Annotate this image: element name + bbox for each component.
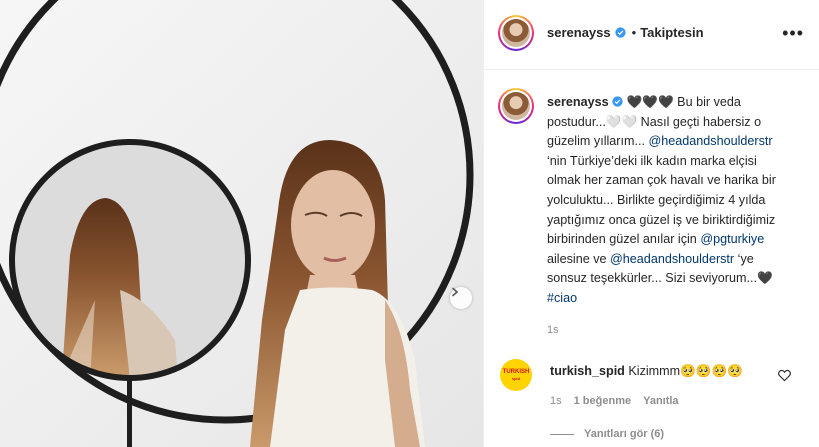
follow-status-button[interactable]: Takiptesin — [640, 25, 703, 40]
comment-meta: 1s 1 beğenme Yanıtla — [550, 395, 679, 407]
chevron-right-icon — [452, 287, 459, 297]
commenter-avatar-subtext: spid — [511, 376, 521, 381]
author-info: serenayss • Takiptesin — [547, 25, 704, 40]
caption-username[interactable]: serenayss — [547, 95, 609, 109]
verified-badge-icon — [614, 27, 626, 38]
caption-hearts: 🖤🖤🖤 — [626, 95, 674, 109]
author-username[interactable]: serenayss — [547, 25, 611, 40]
next-image-button[interactable] — [450, 287, 472, 309]
caption-author-avatar[interactable] — [498, 88, 534, 124]
author-avatar[interactable] — [498, 15, 534, 51]
comment-item: turkish_spid Kizimmm🥺🥺🥺🥺 — [550, 364, 770, 379]
follow-separator: • — [631, 25, 637, 40]
caption-timestamp[interactable]: 1s — [547, 324, 559, 336]
commenter-username[interactable]: turkish_spid — [550, 364, 625, 378]
view-replies-button[interactable]: Yanıtları gör (6) — [550, 428, 664, 440]
commenter-avatar[interactable]: TURKISH spid — [500, 359, 532, 391]
comment-likes[interactable]: 1 beğenme — [574, 395, 631, 407]
photo-illustration — [0, 0, 483, 447]
hashtag-link[interactable]: #ciao — [547, 291, 577, 305]
post-caption: serenayss 🖤🖤🖤 Bu bir veda postudur...🤍🤍 … — [547, 93, 787, 309]
heart-outline-icon[interactable] — [778, 369, 791, 382]
verified-badge-icon — [612, 96, 623, 107]
more-options-icon[interactable]: ••• — [782, 24, 804, 42]
reply-button[interactable]: Yanıtla — [643, 395, 678, 407]
view-replies-label: Yanıtları gör (6) — [584, 428, 665, 440]
caption-text-3: ailesine ve — [547, 251, 611, 266]
mention-link[interactable]: @pgturkiye — [700, 232, 764, 246]
comment-timestamp[interactable]: 1s — [550, 395, 562, 407]
mention-link[interactable]: @headandshoulderstr — [648, 134, 772, 148]
mirror-stand — [127, 378, 132, 447]
post-side-panel: serenayss • Takiptesin ••• serenayss 🖤🖤🖤… — [483, 0, 819, 447]
replies-divider — [550, 433, 574, 435]
post-photo[interactable] — [0, 0, 483, 447]
mention-link[interactable]: @headandshoulderstr — [610, 252, 734, 266]
post-header: serenayss • Takiptesin ••• — [484, 0, 819, 70]
instagram-post-view: serenayss • Takiptesin ••• serenayss 🖤🖤🖤… — [0, 0, 819, 447]
comment-text: Kizimmm🥺🥺🥺🥺 — [628, 364, 743, 378]
commenter-avatar-text: TURKISH — [502, 369, 530, 375]
